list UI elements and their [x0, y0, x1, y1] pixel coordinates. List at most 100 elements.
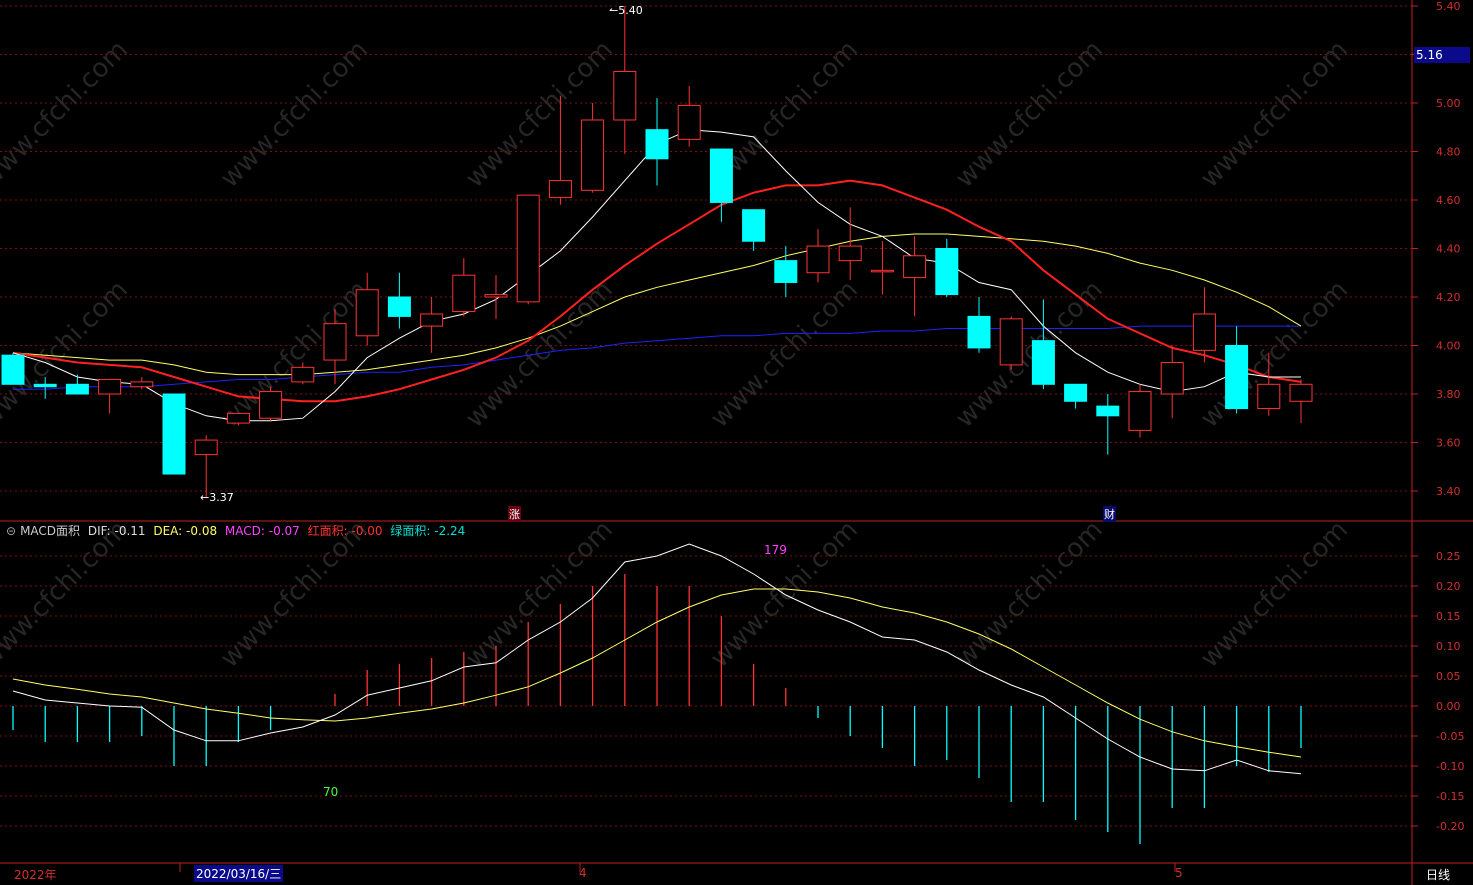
candle-body-down — [1096, 405, 1120, 417]
candle-body-down — [742, 209, 766, 242]
watermark-text: www.cfchi.com — [1195, 35, 1354, 194]
candle-body-up — [1257, 383, 1281, 410]
candle-body-up — [130, 381, 154, 388]
candle[interactable] — [387, 272, 411, 329]
current-price-badge: 5.16 — [1414, 47, 1470, 63]
green-count-label: 70 — [323, 785, 339, 799]
candle[interactable] — [677, 86, 701, 147]
candle-body-up — [1289, 383, 1313, 402]
candle[interactable] — [870, 241, 894, 295]
macd-legend: ⊝ MACD面积 DIF: -0.11 DEA: -0.08 MACD: -0.0… — [6, 522, 469, 539]
event-marker-zhang[interactable]: 涨 — [508, 506, 521, 522]
period-button[interactable]: 日线 — [1426, 866, 1450, 883]
watermark-text: www.cfchi.com — [0, 35, 134, 194]
event-marker-cai[interactable]: 财 — [1103, 506, 1116, 522]
watermark-text: www.cfchi.com — [950, 515, 1109, 674]
macd-tick-label: 0.00 — [1436, 700, 1461, 713]
candle[interactable] — [1096, 394, 1120, 455]
candle[interactable] — [838, 207, 862, 281]
candle[interactable] — [65, 374, 89, 395]
candle[interactable] — [999, 316, 1023, 370]
macd-legend-red-area: 红面积: -0.00 — [307, 524, 383, 538]
candle-body-up — [999, 318, 1023, 366]
macd-legend-dif: DIF: -0.11 — [87, 524, 146, 538]
candle[interactable] — [1128, 384, 1152, 438]
candle-body-down — [1, 354, 25, 385]
candle[interactable] — [1160, 345, 1184, 419]
price-tick-label: 3.60 — [1436, 437, 1461, 450]
macd-tick-label: 0.15 — [1436, 610, 1461, 623]
price-tick-label: 5.00 — [1436, 97, 1461, 110]
price-tick-label: 4.00 — [1436, 340, 1461, 353]
candle[interactable] — [194, 435, 218, 499]
price-tick-label: 4.40 — [1436, 243, 1461, 256]
candle-body-up — [355, 289, 379, 337]
watermark-text: www.cfchi.com — [1195, 275, 1354, 434]
candle[interactable] — [1192, 287, 1216, 363]
candle[interactable] — [259, 386, 283, 421]
candle[interactable] — [162, 393, 186, 475]
ma10-line — [12, 179, 1302, 403]
candle[interactable] — [130, 377, 154, 390]
watermark-text: www.cfchi.com — [705, 275, 864, 434]
stock-chart[interactable]: www.cfchi.com www.cfchi.com www.cfchi.com w… — [0, 0, 1473, 885]
candle[interactable] — [1225, 326, 1249, 414]
candle[interactable] — [806, 229, 830, 283]
candle-body-up — [870, 269, 894, 273]
candle[interactable] — [98, 378, 122, 414]
candle[interactable] — [516, 194, 540, 305]
low-price-value: 3.37 — [209, 491, 234, 504]
candle-body-down — [645, 129, 669, 160]
candle[interactable] — [1289, 379, 1313, 424]
low-price-label: ←3.37 — [200, 491, 234, 504]
candle[interactable] — [581, 103, 605, 193]
candle-body-up — [194, 439, 218, 456]
candle-body-down — [935, 248, 959, 296]
watermark-text: www.cfchi.com — [950, 35, 1109, 194]
price-tick-label: 4.80 — [1436, 146, 1461, 159]
price-tick-label: 4.20 — [1436, 291, 1461, 304]
watermark-text: www.cfchi.com — [215, 275, 374, 434]
candle-body-up — [806, 245, 830, 274]
candle-body-down — [709, 148, 733, 203]
high-price-value: 5.40 — [618, 4, 643, 17]
candle-body-up — [903, 255, 927, 279]
candle-body-up — [291, 366, 315, 383]
candle-body-down — [1225, 345, 1249, 410]
macd-tick-label: 0.10 — [1436, 640, 1461, 653]
candle[interactable] — [1, 352, 25, 385]
price-tick-label: 3.40 — [1436, 485, 1461, 498]
time-axis-may: 5 — [1175, 866, 1183, 880]
candle[interactable] — [420, 297, 444, 353]
candle-body-up — [548, 180, 572, 199]
price-tick-label: 3.80 — [1436, 388, 1461, 401]
macd-tick-label: -0.20 — [1436, 820, 1464, 833]
candle[interactable] — [709, 148, 733, 222]
candle-body-up — [1192, 313, 1216, 351]
macd-legend-macd: MACD: -0.07 — [224, 524, 300, 538]
candle[interactable] — [967, 297, 991, 353]
candle[interactable] — [1064, 383, 1088, 409]
candle[interactable] — [484, 275, 508, 319]
candle[interactable] — [452, 258, 476, 317]
time-axis-april: 4 — [579, 866, 587, 880]
candle-body-up — [98, 378, 122, 395]
macd-tick-label: -0.10 — [1436, 760, 1464, 773]
candle-body-down — [967, 315, 991, 349]
ma60-line — [13, 325, 1301, 390]
macd-tick-label: -0.05 — [1436, 730, 1464, 743]
candle-body-up — [516, 194, 540, 303]
candle-body-up — [1128, 391, 1152, 431]
candle-body-up — [452, 274, 476, 313]
candle-body-down — [33, 383, 57, 388]
macd-tick-label: -0.15 — [1436, 790, 1464, 803]
candle-body-up — [420, 313, 444, 327]
candle[interactable] — [613, 6, 637, 154]
candle[interactable] — [742, 209, 766, 251]
candle[interactable] — [645, 98, 669, 186]
macd-tick-label: 0.05 — [1436, 670, 1461, 683]
candle-body-down — [65, 383, 89, 395]
candle[interactable] — [935, 238, 959, 297]
time-axis-cursor-date: 2022/03/16/三 — [194, 865, 284, 882]
candle-body-up — [838, 245, 862, 262]
